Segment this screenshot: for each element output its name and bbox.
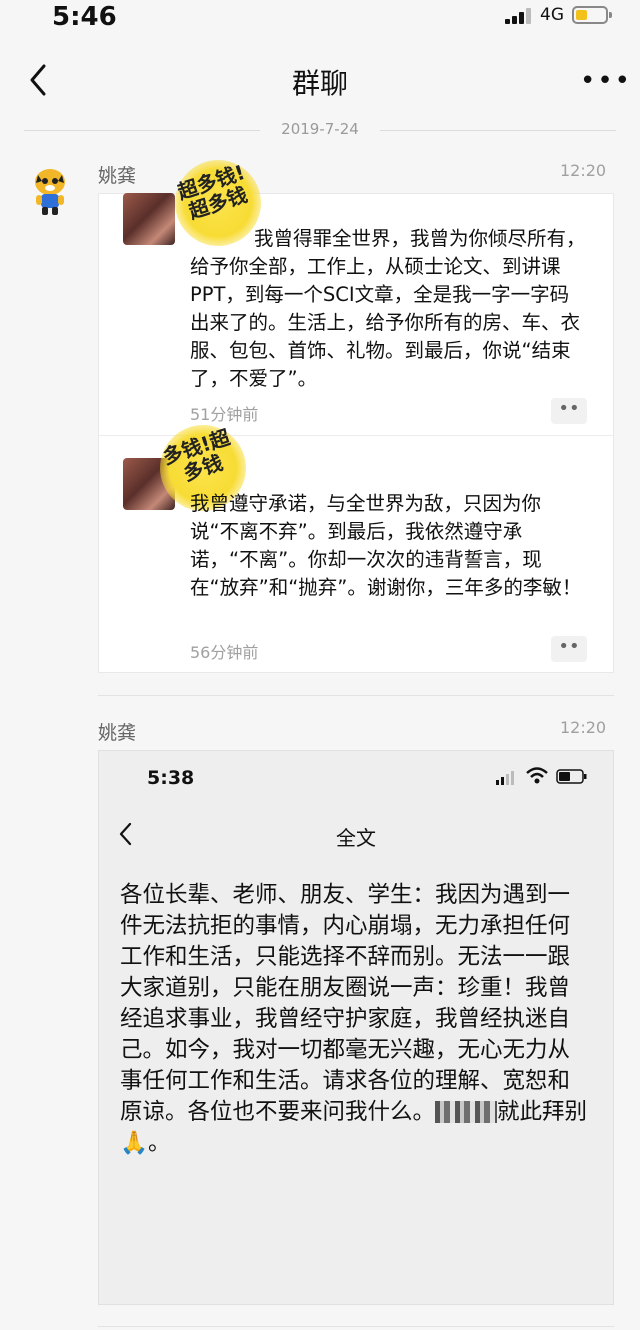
battery-icon <box>572 6 612 24</box>
network-type: 4G <box>540 5 564 25</box>
divider <box>98 1326 614 1327</box>
screenshot-title: 全文 <box>336 826 376 850</box>
signal-icon <box>505 8 535 24</box>
screenshot-text: 各位长辈、老师、朋友、学生：我因为遇到一件无法抗拒的事情，内心崩塌，无力承担任何… <box>120 882 588 1156</box>
post-text: 我曾得罪全世界，我曾为你倾尽所有，给予你全部，工作上，从硕士论文、到讲课PPT，… <box>190 227 586 390</box>
more-button[interactable]: ••• <box>580 66 632 96</box>
signal-icon <box>496 770 518 785</box>
message-time: 12:20 <box>560 161 607 180</box>
sender-name: 姚龚 <box>98 722 137 744</box>
status-time: 5:46 <box>52 2 117 32</box>
page-title: 群聊 <box>291 67 348 100</box>
post-time: 51分钟前 <box>190 405 259 424</box>
divider <box>98 695 614 696</box>
post-more-button[interactable]: •• <box>551 636 587 662</box>
sender-name: 姚龚 <box>98 165 137 187</box>
blurred-region <box>435 1101 498 1123</box>
screenshot-status-time: 5:38 <box>147 767 195 789</box>
post-thumbnail[interactable] <box>123 193 175 245</box>
post-more-button[interactable]: •• <box>551 398 587 424</box>
date-separator: 2019-7-24 <box>281 120 359 138</box>
battery-icon <box>556 769 588 785</box>
message-time: 12:20 <box>560 718 607 737</box>
avatar[interactable] <box>28 165 72 217</box>
post-time: 56分钟前 <box>190 643 259 662</box>
wifi-icon <box>526 767 548 785</box>
post-text: 我曾遵守承诺，与全世界为敌，只因为你说“不离不弃”。到最后，我依然遵守承诺，“不… <box>190 492 582 599</box>
